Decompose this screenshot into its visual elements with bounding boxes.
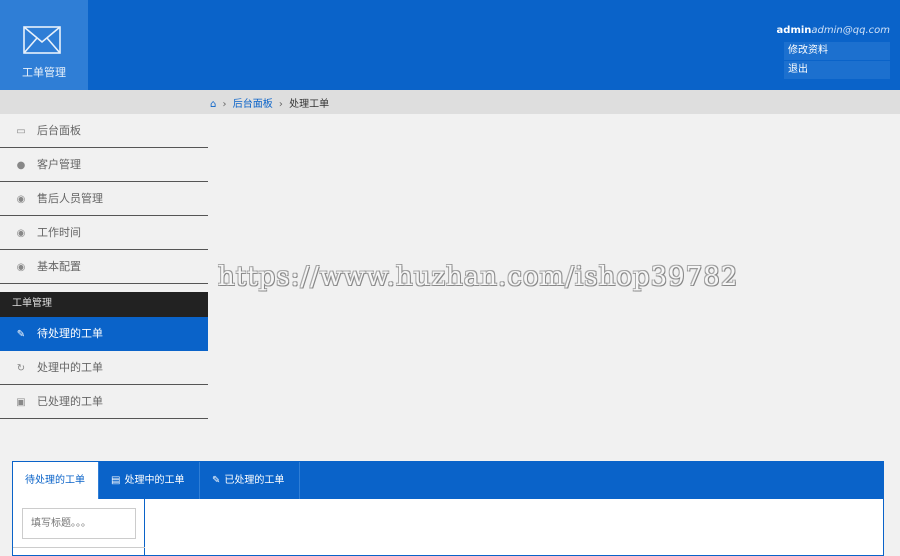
tickets-panel: 待处理的工单 ▤ 处理中的工单 ✎ 已处理的工单 bbox=[12, 461, 884, 556]
tab-processing[interactable]: ▤ 处理中的工单 bbox=[99, 462, 200, 499]
briefcase-icon: ▣ bbox=[16, 397, 26, 408]
comments-icon: ◉ bbox=[16, 262, 26, 273]
tab-pending[interactable]: 待处理的工单 bbox=[13, 462, 99, 499]
breadcrumb-dashboard[interactable]: 后台面板 bbox=[233, 99, 273, 110]
divider bbox=[13, 547, 145, 548]
sidebar-item-label: 待处理的工单 bbox=[37, 327, 103, 340]
user-info: adminadmin@qq.com bbox=[777, 25, 890, 36]
sidebar-item-work-hours[interactable]: ◉ 工作时间 bbox=[0, 216, 208, 250]
comments-icon: ◉ bbox=[16, 194, 26, 205]
refresh-icon: ↻ bbox=[16, 363, 26, 374]
sidebar-item-customers[interactable]: ● 客户管理 bbox=[0, 148, 208, 182]
comments-icon: ◉ bbox=[16, 228, 26, 239]
inbox-icon: ▤ bbox=[111, 475, 121, 486]
logo[interactable]: 工单管理 bbox=[0, 0, 88, 90]
sidebar-item-label: 处理中的工单 bbox=[37, 361, 103, 374]
sidebar-item-aftersales-staff[interactable]: ◉ 售后人员管理 bbox=[0, 182, 208, 216]
user-icon: ● bbox=[16, 160, 26, 171]
tab-done[interactable]: ✎ 已处理的工单 bbox=[200, 462, 300, 499]
user-name: admin bbox=[776, 25, 812, 36]
chevron-right-icon: › bbox=[278, 99, 283, 110]
user-menu: 修改资料 退出 bbox=[784, 42, 890, 80]
sidebar-item-label: 后台面板 bbox=[37, 124, 81, 137]
sidebar-item-basic-config[interactable]: ◉ 基本配置 bbox=[0, 250, 208, 284]
pencil-icon: ✎ bbox=[16, 329, 26, 340]
edit-profile-link[interactable]: 修改资料 bbox=[784, 42, 890, 60]
sidebar-item-label: 售后人员管理 bbox=[37, 192, 103, 205]
logo-label: 工单管理 bbox=[22, 66, 66, 79]
tab-label: 待处理的工单 bbox=[25, 475, 85, 486]
filter-column bbox=[13, 499, 145, 556]
breadcrumb-current: 处理工单 bbox=[289, 99, 330, 110]
breadcrumb: ⌂ › 后台面板 › 处理工单 bbox=[210, 95, 329, 110]
edit-icon: ✎ bbox=[212, 475, 221, 486]
top-header: 工单管理 adminadmin@qq.com 修改资料 退出 bbox=[0, 0, 900, 90]
sidebar-item-label: 基本配置 bbox=[37, 260, 81, 273]
sidebar-section-title: 工单管理 bbox=[0, 292, 208, 317]
sidebar-item-label: 工作时间 bbox=[37, 226, 81, 239]
ticket-tabs: 待处理的工单 ▤ 处理中的工单 ✎ 已处理的工单 bbox=[13, 462, 883, 499]
sidebar-item-label: 已处理的工单 bbox=[37, 395, 103, 408]
sidebar-item-dashboard[interactable]: ▭ 后台面板 bbox=[0, 114, 208, 148]
sidebar-item-pending-tickets[interactable]: ✎ 待处理的工单 bbox=[0, 317, 208, 351]
search-title-input[interactable] bbox=[22, 508, 136, 539]
tab-label: 已处理的工单 bbox=[224, 475, 285, 486]
envelope-icon bbox=[23, 26, 61, 54]
laptop-icon: ▭ bbox=[16, 126, 26, 137]
home-icon[interactable]: ⌂ bbox=[210, 99, 216, 110]
chevron-right-icon: › bbox=[222, 99, 227, 110]
sidebar: ▭ 后台面板 ● 客户管理 ◉ 售后人员管理 ◉ 工作时间 ◉ 基本配置 工单管理 ✎ 待处… bbox=[0, 114, 208, 419]
sidebar-item-done-tickets[interactable]: ▣ 已处理的工单 bbox=[0, 385, 208, 419]
user-email: admin@qq.com bbox=[811, 25, 890, 36]
breadcrumb-bar: ⌂ › 后台面板 › 处理工单 bbox=[0, 90, 900, 114]
tab-label: 处理中的工单 bbox=[124, 475, 185, 486]
logout-link[interactable]: 退出 bbox=[784, 61, 890, 79]
watermark: https://www.huzhan.com/ishop39782 bbox=[218, 262, 739, 292]
sidebar-item-processing-tickets[interactable]: ↻ 处理中的工单 bbox=[0, 351, 208, 385]
sidebar-item-label: 客户管理 bbox=[37, 158, 81, 171]
